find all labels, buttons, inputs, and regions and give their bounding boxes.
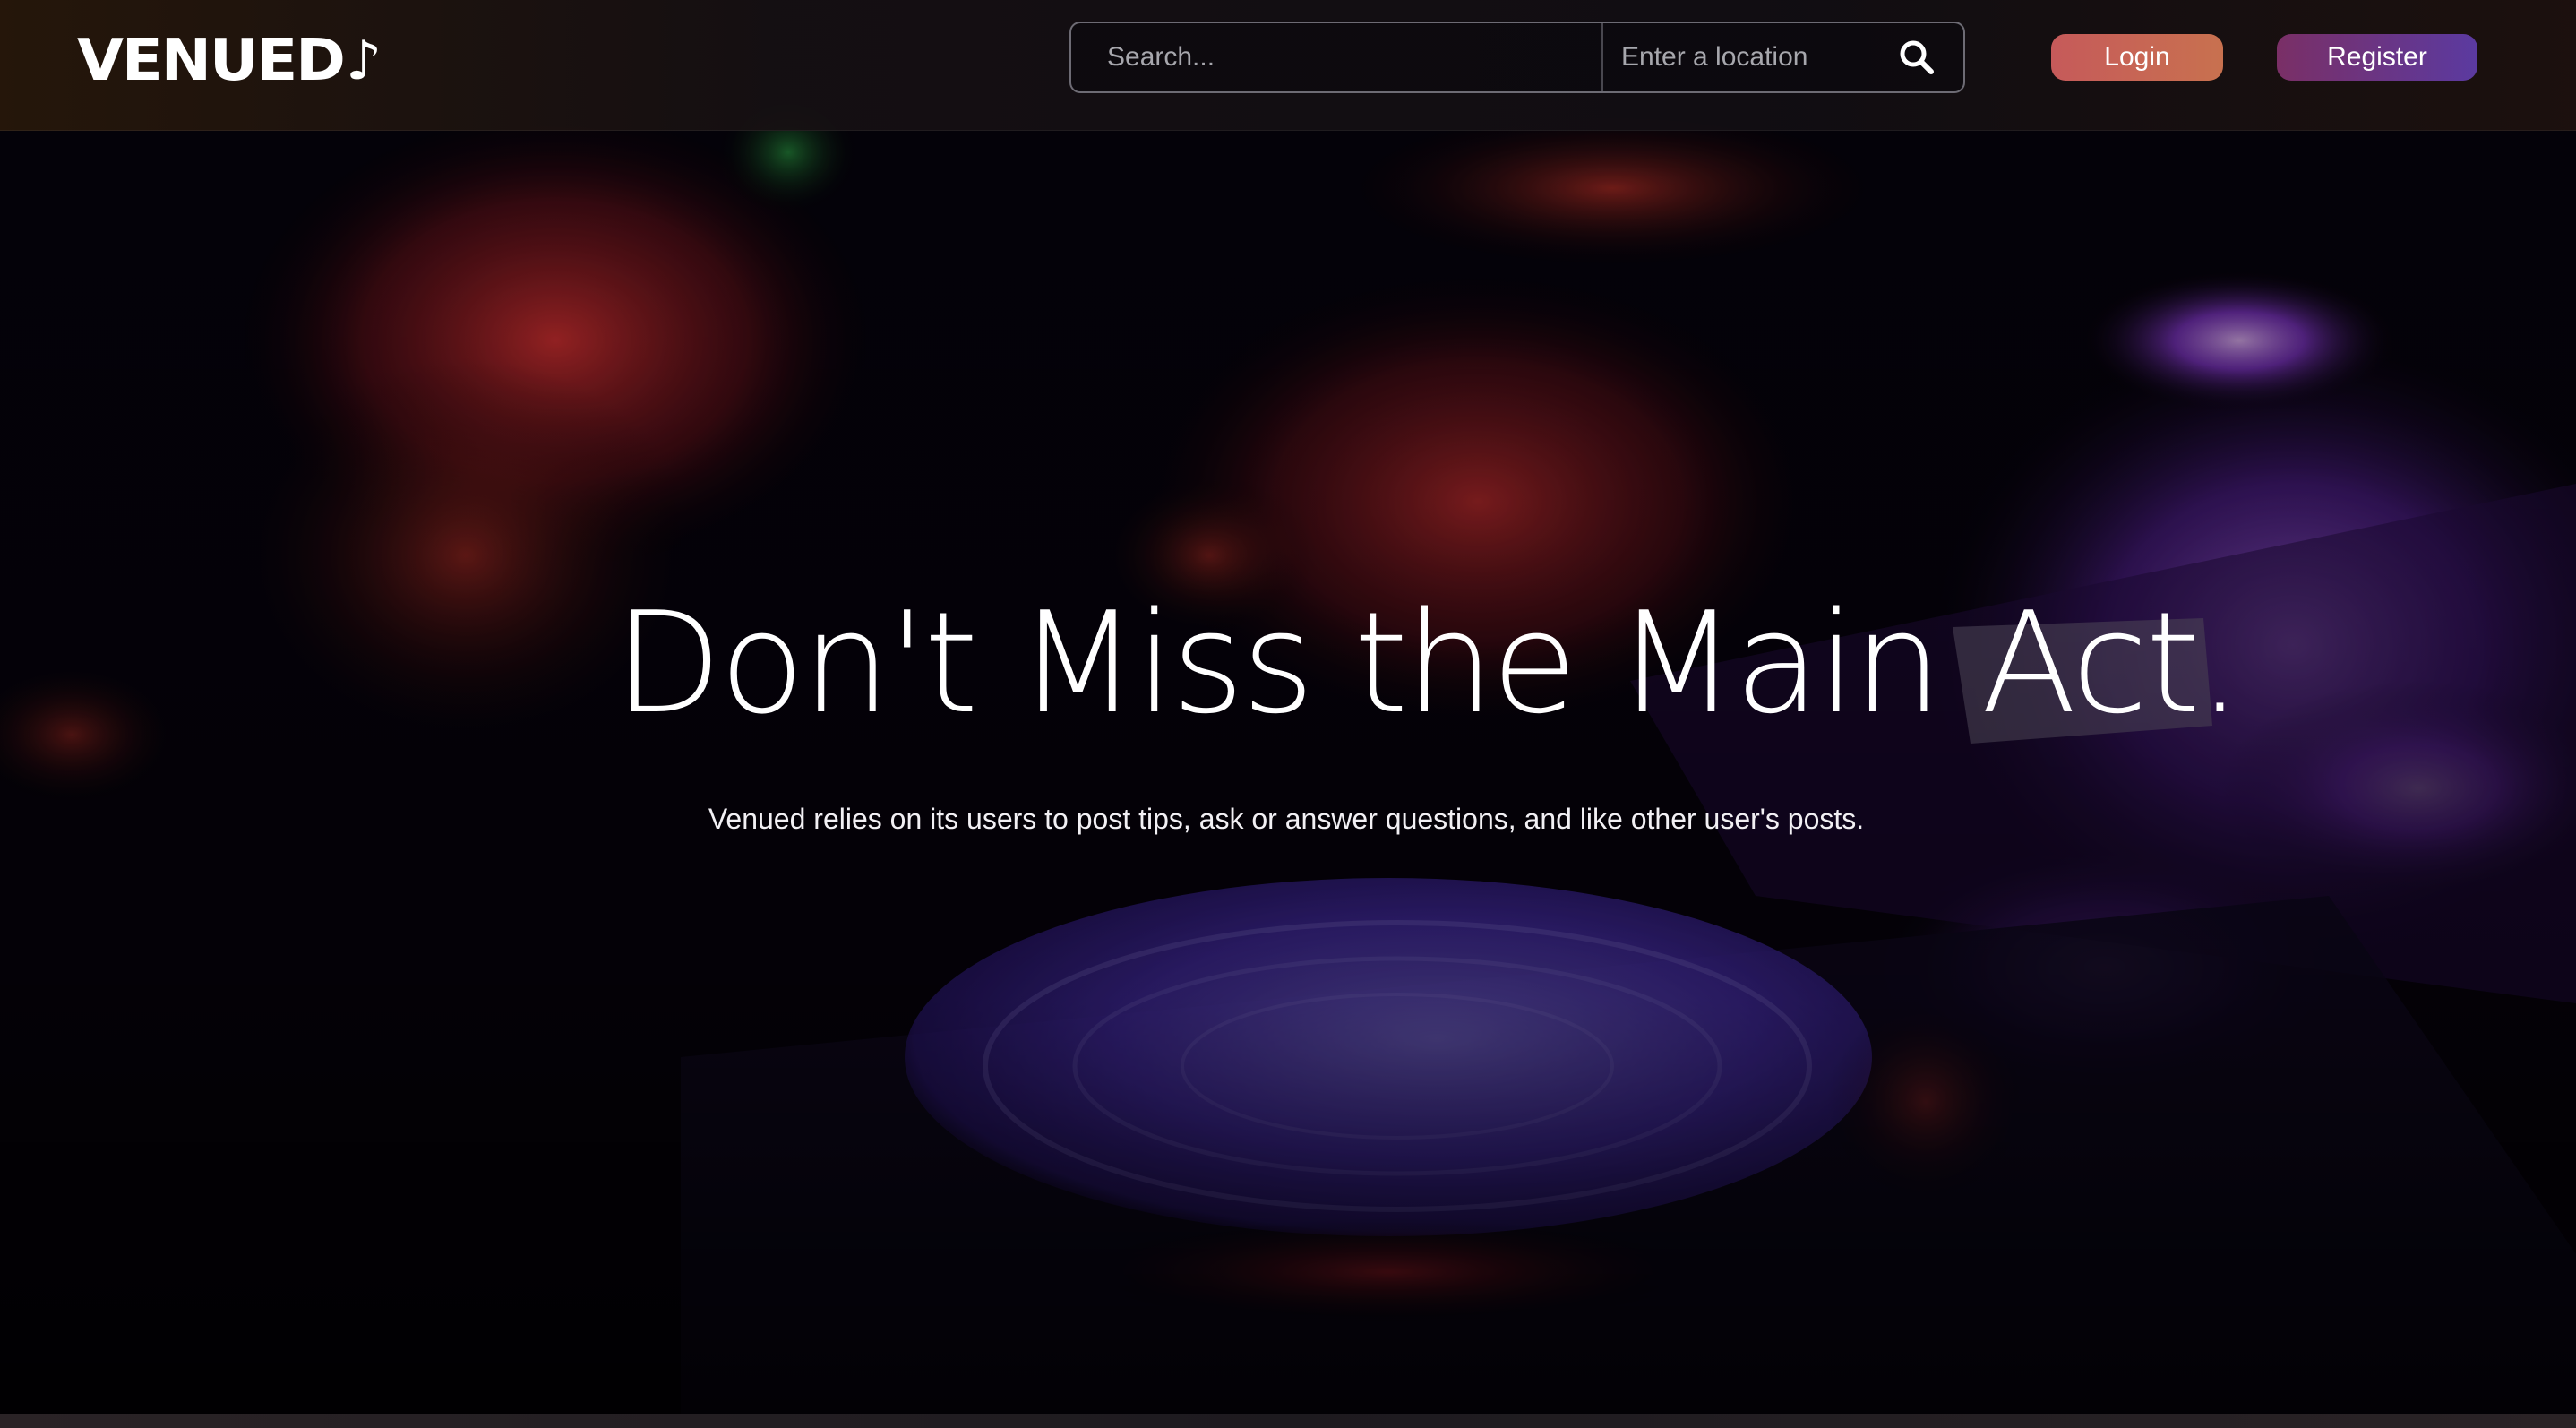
location-input[interactable]: [1603, 23, 1872, 91]
venued-logo[interactable]: VENUED ♪: [77, 28, 382, 94]
search-input[interactable]: [1071, 23, 1603, 91]
landing-page: VENUED ♪ Login Register Don't Miss the M…: [0, 0, 2576, 1428]
search-button[interactable]: [1872, 23, 1962, 91]
search-bar: [1069, 22, 1965, 93]
logo-text: VENUED: [77, 28, 346, 94]
bottom-edge: [0, 1414, 2576, 1428]
top-navbar: VENUED ♪ Login Register: [0, 0, 2576, 131]
login-button[interactable]: Login: [2051, 34, 2223, 81]
hero-title: Don't Miss the Main Act.: [614, 581, 2242, 744]
search-icon: [1900, 40, 1934, 74]
music-note-icon: ♪: [345, 30, 382, 92]
register-button[interactable]: Register: [2277, 34, 2477, 81]
hero-subtitle: Venued relies on its users to post tips,…: [708, 803, 1865, 835]
